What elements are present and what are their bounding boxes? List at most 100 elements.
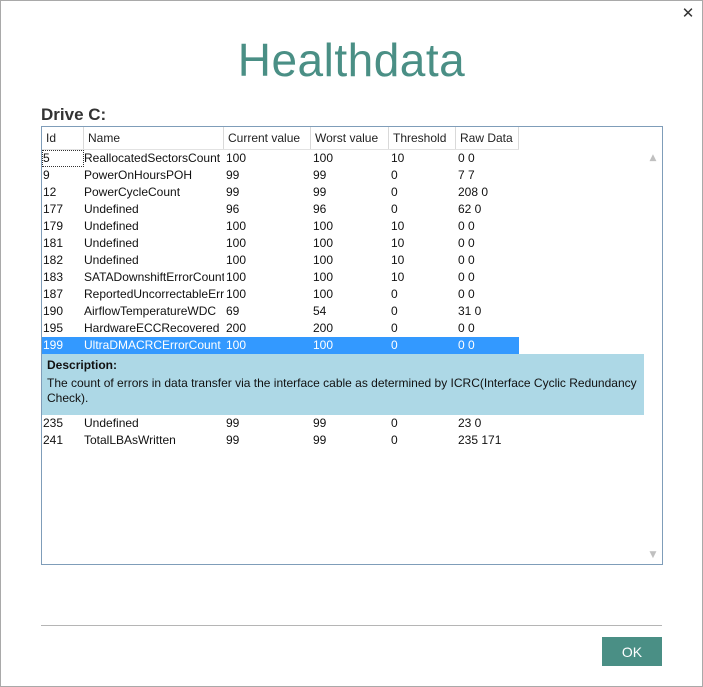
cell-name: ReportedUncorrectableErrors (84, 287, 224, 301)
cell-name: Undefined (84, 253, 139, 267)
cell-current-value: 99 (226, 185, 240, 199)
table-row[interactable]: 12 PowerCycleCount 99 99 0 208 0 (42, 184, 642, 201)
grid-rows: 5 ReallocatedSectorsCount 100 100 10 0 0… (42, 150, 644, 449)
ok-button[interactable]: OK (602, 637, 662, 666)
cell-raw-data: 235 171 (458, 433, 502, 447)
cell-name: HardwareECCRecovered (84, 321, 220, 335)
close-icon[interactable]: ✕ (680, 4, 696, 22)
cell-raw-data: 0 0 (458, 236, 475, 250)
cell-raw-data: 7 7 (458, 168, 475, 182)
cell-name: UltraDMACRCErrorCount (84, 337, 224, 354)
cell-id: 199 (42, 337, 84, 354)
cell-name: TotalLBAsWritten (84, 433, 176, 447)
column-header-current-value[interactable]: Current value (224, 127, 311, 149)
cell-current-value: 99 (226, 433, 240, 447)
cell-threshold: 10 (391, 270, 405, 284)
cell-worst-value: 54 (313, 304, 327, 318)
description-title: Description: (47, 358, 118, 372)
table-row[interactable]: 9 PowerOnHoursPOH 99 99 0 7 7 (42, 167, 642, 184)
cell-raw-data: 0 0 (458, 151, 475, 165)
cell-current-value: 96 (226, 202, 240, 216)
column-header-threshold[interactable]: Threshold (389, 127, 456, 149)
cell-name: Undefined (84, 219, 139, 233)
cell-threshold: 0 (391, 433, 398, 447)
cell-name: SATADownshiftErrorCount (84, 270, 224, 284)
cell-id: 235 (43, 416, 64, 430)
column-header-raw-data[interactable]: Raw Data (456, 127, 519, 149)
cell-worst-value: 99 (313, 433, 327, 447)
column-header-worst-value[interactable]: Worst value (311, 127, 389, 149)
table-row[interactable]: 182 Undefined 100 100 10 0 0 (42, 252, 642, 269)
cell-current-value: 100 (224, 337, 311, 354)
table-row[interactable]: 5 ReallocatedSectorsCount 100 100 10 0 0 (42, 150, 642, 167)
cell-name: PowerCycleCount (84, 185, 181, 199)
cell-worst-value: 99 (313, 416, 327, 430)
table-row[interactable]: 235 Undefined 99 99 0 23 0 (42, 415, 642, 432)
cell-current-value: 100 (226, 253, 247, 267)
dialog-title: Healthdata (237, 34, 466, 86)
table-row[interactable]: 181 Undefined 100 100 10 0 0 (42, 235, 642, 252)
smart-attributes-grid[interactable]: Id Name Current value Worst value Thresh… (41, 126, 663, 565)
cell-id: 9 (43, 168, 50, 182)
scroll-down-icon[interactable]: ▼ (648, 550, 658, 560)
cell-worst-value: 100 (311, 337, 389, 354)
cell-name: Undefined (84, 202, 139, 216)
cell-worst-value: 100 (313, 236, 334, 250)
cell-id: 183 (43, 270, 64, 284)
cell-id: 187 (43, 287, 64, 301)
cell-raw-data: 0 0 (458, 321, 475, 335)
cell-worst-value: 96 (313, 202, 327, 216)
table-row[interactable]: 183 SATADownshiftErrorCount 100 100 10 0… (42, 269, 642, 286)
cell-raw-data: 62 0 (458, 202, 482, 216)
cell-threshold: 0 (391, 304, 398, 318)
column-header-name[interactable]: Name (84, 127, 224, 149)
cell-raw-data: 0 0 (458, 219, 475, 233)
scroll-up-icon[interactable]: ▲ (648, 153, 658, 163)
cell-threshold: 0 (391, 202, 398, 216)
cell-id: 195 (43, 321, 64, 335)
cell-raw-data: 31 0 (458, 304, 482, 318)
cell-id: 5 (42, 150, 84, 167)
cell-current-value: 99 (226, 168, 240, 182)
grid-header: Id Name Current value Worst value Thresh… (42, 127, 519, 150)
cell-threshold: 10 (391, 236, 405, 250)
cell-threshold: 0 (391, 287, 398, 301)
cell-name: AirflowTemperatureWDC (84, 304, 217, 318)
cell-threshold: 0 (391, 416, 398, 430)
cell-name: ReallocatedSectorsCount (84, 151, 221, 165)
cell-worst-value: 100 (313, 270, 334, 284)
cell-raw-data: 0 0 (458, 253, 475, 267)
table-row-selected[interactable]: 199 UltraDMACRCErrorCount 100 100 0 0 0 (42, 337, 642, 354)
cell-current-value: 200 (226, 321, 247, 335)
cell-raw-data: 0 0 (458, 270, 475, 284)
cell-raw-data: 0 0 (456, 337, 519, 354)
column-header-id[interactable]: Id (42, 127, 84, 149)
table-row[interactable]: 190 AirflowTemperatureWDC 69 54 0 31 0 (42, 303, 642, 320)
table-row[interactable]: 187 ReportedUncorrectableErrors 100 100 … (42, 286, 642, 303)
cell-threshold: 0 (391, 321, 398, 335)
cell-current-value: 100 (226, 287, 247, 301)
cell-current-value: 69 (226, 304, 240, 318)
cell-raw-data: 23 0 (458, 416, 482, 430)
cell-name: Undefined (84, 416, 139, 430)
cell-threshold: 0 (391, 168, 398, 182)
cell-id: 182 (43, 253, 64, 267)
cell-current-value: 100 (226, 236, 247, 250)
cell-id: 179 (43, 219, 64, 233)
cell-id: 241 (43, 433, 64, 447)
cell-worst-value: 99 (313, 168, 327, 182)
cell-current-value: 100 (226, 151, 247, 165)
cell-id: 181 (43, 236, 64, 250)
table-row[interactable]: 241 TotalLBAsWritten 99 99 0 235 171 (42, 432, 642, 449)
cell-raw-data: 208 0 (458, 185, 489, 199)
cell-threshold: 0 (391, 185, 398, 199)
cell-name: Undefined (84, 236, 139, 250)
table-row[interactable]: 177 Undefined 96 96 0 62 0 (42, 201, 642, 218)
cell-threshold: 10 (391, 253, 405, 267)
cell-current-value: 100 (226, 219, 247, 233)
cell-worst-value: 99 (313, 185, 327, 199)
cell-worst-value: 200 (313, 321, 334, 335)
table-row[interactable]: 195 HardwareECCRecovered 200 200 0 0 0 (42, 320, 642, 337)
cell-threshold: 0 (389, 337, 456, 354)
table-row[interactable]: 179 Undefined 100 100 10 0 0 (42, 218, 642, 235)
